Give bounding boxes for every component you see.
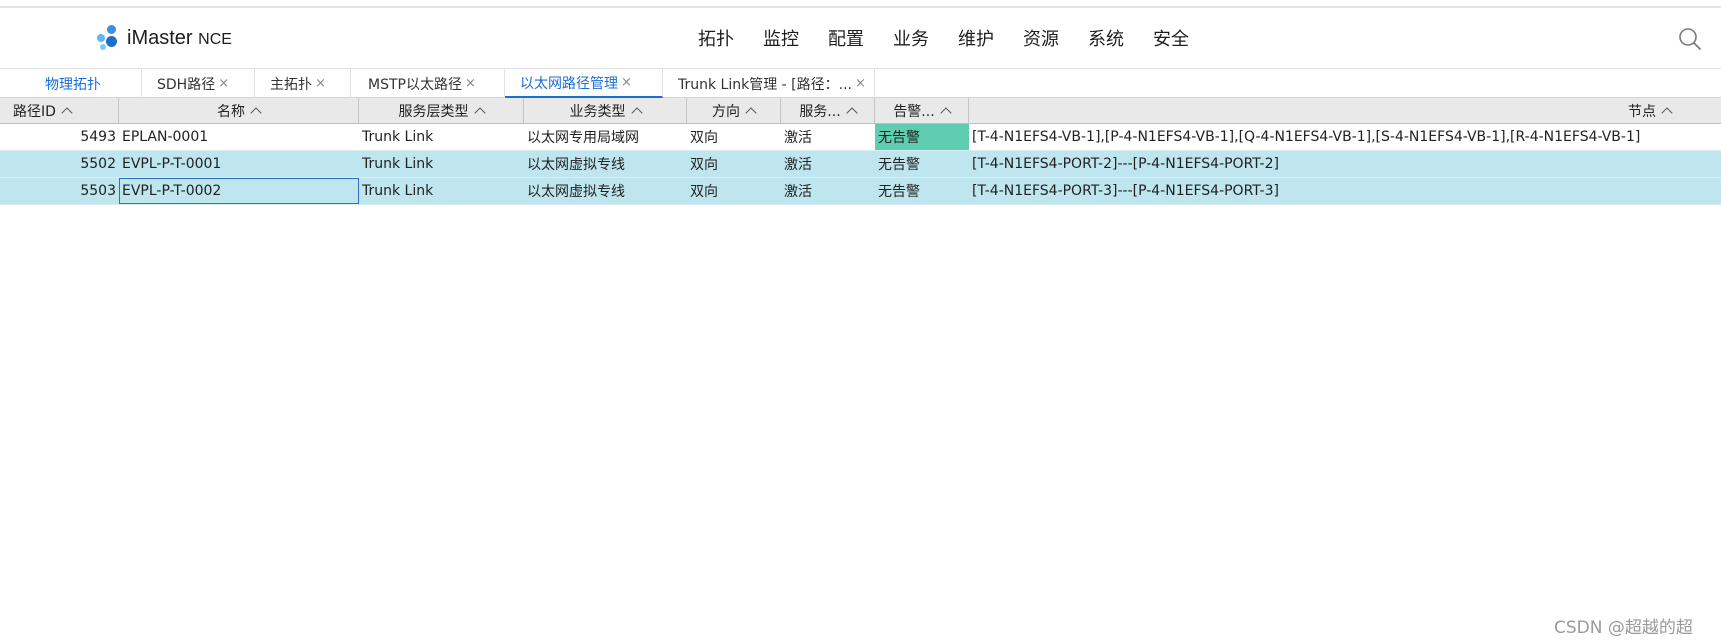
logo-text: iMaster NCE	[127, 26, 232, 49]
cell-nodes: [T-4-N1EFS4-PORT-3]---[P-4-N1EFS4-PORT-3…	[972, 183, 1279, 199]
close-icon[interactable]: ×	[218, 76, 229, 91]
cell-name[interactable]: EVPL-P-T-0002	[119, 178, 359, 204]
tab-label: 主拓扑	[270, 76, 312, 93]
column-header-nodes[interactable]: 节点	[969, 98, 1721, 123]
cell-alarm: 无告警	[875, 124, 969, 150]
tab-label: 以太网路径管理	[520, 75, 618, 92]
tab-label: Trunk Link管理 - [路径：...	[678, 76, 852, 93]
cell-service-type: 以太网虚拟专线	[527, 184, 625, 200]
cell-service-layer-type: Trunk Link	[362, 183, 434, 199]
cell-direction: 双向	[690, 184, 718, 200]
tab-label: 物理拓扑	[45, 76, 101, 93]
cell-path-id: 5502	[80, 156, 116, 172]
watermark: CSDN @超越的超	[1554, 618, 1693, 638]
cell-direction: 双向	[690, 130, 718, 146]
nav-item-security[interactable]: 安全	[1153, 25, 1189, 51]
main-nav: 拓扑 监控 配置 业务 维护 资源 系统 安全	[698, 8, 1218, 68]
nav-item-maintenance[interactable]: 维护	[958, 25, 994, 51]
chevron-up-icon	[1661, 107, 1673, 119]
cell-alarm: 无告警	[878, 157, 920, 173]
column-header-name[interactable]: 名称	[119, 98, 359, 123]
cell-name: EVPL-P-T-0001	[122, 156, 222, 172]
tab-ethernet-path-management[interactable]: 以太网路径管理 ×	[505, 69, 663, 98]
chevron-up-icon	[846, 107, 858, 119]
cell-name: EPLAN-0001	[122, 129, 209, 145]
tab-label: SDH路径	[157, 76, 216, 93]
tab-trunk-link-management[interactable]: Trunk Link管理 - [路径：... ×	[663, 69, 875, 98]
chevron-up-icon	[940, 107, 952, 119]
column-header-service-layer-type[interactable]: 服务层类型	[359, 98, 524, 123]
chevron-up-icon	[61, 107, 73, 119]
chevron-up-icon	[745, 107, 757, 119]
table-row[interactable]: 5503 EVPL-P-T-0002 Trunk Link 以太网虚拟专线 双向…	[0, 178, 1721, 205]
cell-service-status: 激活	[784, 157, 812, 173]
column-header-path-id[interactable]: 路径ID	[0, 98, 119, 123]
cell-path-id: 5493	[80, 129, 116, 145]
column-header-service-type[interactable]: 业务类型	[524, 98, 687, 123]
nav-item-configure[interactable]: 配置	[828, 25, 864, 51]
ethernet-path-table: 路径ID 名称 服务层类型 业务类型 方向 服务... 告警... 节点 549…	[0, 98, 1721, 205]
cell-service-type: 以太网虚拟专线	[527, 157, 625, 173]
cell-service-layer-type: Trunk Link	[362, 156, 434, 172]
nav-item-monitor[interactable]: 监控	[763, 25, 799, 51]
table-header: 路径ID 名称 服务层类型 业务类型 方向 服务... 告警... 节点	[0, 98, 1721, 124]
app-logo[interactable]: iMaster NCE	[97, 24, 232, 52]
table-row[interactable]: 5502 EVPL-P-T-0001 Trunk Link 以太网虚拟专线 双向…	[0, 151, 1721, 178]
cell-service-status: 激活	[784, 130, 812, 146]
search-icon[interactable]	[1678, 27, 1702, 51]
imaster-logo-icon	[97, 25, 121, 51]
cell-nodes: [T-4-N1EFS4-VB-1],[P-4-N1EFS4-VB-1],[Q-4…	[972, 129, 1641, 145]
nav-item-system[interactable]: 系统	[1088, 25, 1124, 51]
chevron-up-icon	[473, 107, 486, 119]
tab-bar: 物理拓扑 SDH路径 × 主拓扑 × MSTP以太路径 × 以太网路径管理 × …	[0, 68, 1721, 98]
tab-physical-topology[interactable]: 物理拓扑	[0, 69, 142, 98]
cell-nodes: [T-4-N1EFS4-PORT-2]---[P-4-N1EFS4-PORT-2…	[972, 156, 1279, 172]
nav-item-service[interactable]: 业务	[893, 25, 929, 51]
column-header-alarm[interactable]: 告警...	[875, 98, 969, 123]
close-icon[interactable]: ×	[315, 76, 326, 91]
close-icon[interactable]: ×	[465, 76, 476, 91]
tab-sdh-path[interactable]: SDH路径 ×	[142, 69, 255, 98]
cell-service-status: 激活	[784, 184, 812, 200]
close-icon[interactable]: ×	[855, 76, 866, 91]
nav-item-resource[interactable]: 资源	[1023, 25, 1059, 51]
tab-label: MSTP以太路径	[368, 76, 462, 93]
close-icon[interactable]: ×	[621, 75, 632, 90]
column-header-direction[interactable]: 方向	[687, 98, 781, 123]
cell-path-id: 5503	[80, 183, 116, 199]
column-header-service-status[interactable]: 服务...	[781, 98, 875, 123]
table-row[interactable]: 5493 EPLAN-0001 Trunk Link 以太网专用局域网 双向 激…	[0, 124, 1721, 151]
cell-alarm: 无告警	[878, 184, 920, 200]
cell-service-type: 以太网专用局域网	[527, 130, 639, 146]
cell-direction: 双向	[690, 157, 718, 173]
nav-item-topology[interactable]: 拓扑	[698, 25, 734, 51]
tab-main-topology[interactable]: 主拓扑 ×	[255, 69, 351, 98]
chevron-up-icon	[630, 107, 643, 119]
chevron-up-icon	[250, 107, 262, 119]
app-header: iMaster NCE 拓扑 监控 配置 业务 维护 资源 系统 安全	[0, 8, 1721, 68]
tab-mstp-ethernet-path[interactable]: MSTP以太路径 ×	[351, 69, 505, 98]
cell-service-layer-type: Trunk Link	[362, 129, 434, 145]
